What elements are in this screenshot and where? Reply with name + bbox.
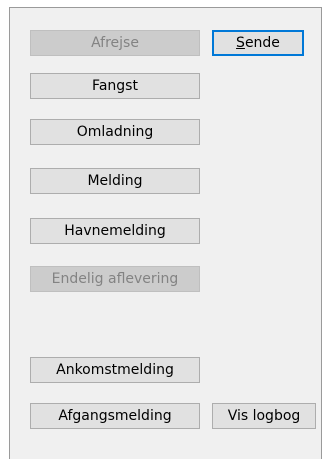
sende-button[interactable]: Sende [212, 30, 304, 56]
sende-button-mnemonic: S [236, 35, 245, 51]
afgangsmelding-button[interactable]: Afgangsmelding [30, 403, 200, 429]
havnemelding-button[interactable]: Havnemelding [30, 218, 200, 244]
fangst-button[interactable]: Fangst [30, 73, 200, 99]
button-panel: Afrejse Sende Fangst Omladning Melding H… [9, 7, 322, 459]
melding-button[interactable]: Melding [30, 168, 200, 194]
vis-logbog-button[interactable]: Vis logbog [212, 403, 316, 429]
endelig-aflevering-button[interactable]: Endelig aflevering [30, 266, 200, 292]
ankomstmelding-button[interactable]: Ankomstmelding [30, 357, 200, 383]
omladning-button[interactable]: Omladning [30, 119, 200, 145]
afrejse-button[interactable]: Afrejse [30, 30, 200, 56]
sende-button-label-rest: ende [244, 35, 280, 51]
